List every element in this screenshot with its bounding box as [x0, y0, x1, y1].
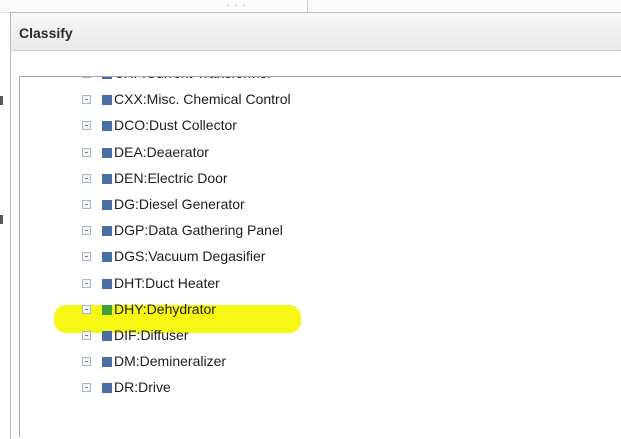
tree-item[interactable]: CXF:Current Transformer [20, 77, 620, 86]
tree-item-label: DGP:Data Gathering Panel [114, 222, 283, 239]
tree-item-label: DHY:Dehydrator [114, 300, 216, 317]
expand-toggle-icon[interactable] [82, 77, 91, 78]
tree-item-label: DEA:Deaerator [114, 143, 209, 160]
class-node-icon [102, 173, 112, 184]
expand-toggle-icon[interactable] [82, 147, 91, 157]
dialog-title: Classify [19, 25, 73, 41]
tree-item-label: DHT:Duct Heater [114, 274, 220, 291]
expand-toggle-icon[interactable] [82, 357, 91, 367]
class-node-icon [102, 226, 112, 237]
tree-item[interactable]: DEA:Deaerator [20, 143, 620, 165]
tree-item[interactable]: DGS:Vacuum Degasifier [20, 247, 620, 269]
background-dots: · · · [226, 0, 247, 11]
tree-item[interactable]: CXX:Misc. Chemical Control [20, 90, 620, 112]
class-node-icon [102, 357, 112, 368]
tree-item[interactable]: DIF:Diffuser [20, 326, 620, 348]
tree-item[interactable]: DHY:Dehydrator [20, 300, 620, 322]
class-node-icon [102, 147, 112, 158]
tree-item-label: DCO:Dust Collector [114, 117, 237, 134]
tree-item-label: DGS:Vacuum Degasifier [114, 248, 266, 265]
expand-toggle-icon[interactable] [82, 173, 91, 183]
dialog-titlebar[interactable]: Classify [11, 13, 621, 51]
expand-toggle-icon[interactable] [82, 383, 91, 393]
tree-item-label: CXF:Current Transformer [114, 77, 272, 81]
tree-item[interactable]: DHT:Duct Heater [20, 274, 620, 296]
tree-item-label: DM:Demineralizer [114, 353, 227, 370]
class-node-icon [102, 77, 112, 79]
tree-item-label: DR:Drive [114, 379, 171, 396]
background-edge-mark [0, 96, 3, 105]
tree-item[interactable]: DCO:Dust Collector [20, 116, 620, 138]
expand-toggle-icon[interactable] [82, 121, 91, 131]
tree-item[interactable]: DR:Drive [20, 378, 620, 400]
class-node-icon [102, 121, 112, 132]
background-divider [307, 0, 308, 12]
background-edge-mark [0, 215, 3, 224]
tree-item[interactable]: DM:Demineralizer [20, 352, 620, 374]
expand-toggle-icon[interactable] [82, 278, 91, 288]
expand-toggle-icon[interactable] [82, 304, 91, 314]
tree-item[interactable]: DGP:Data Gathering Panel [20, 221, 620, 243]
tree-item[interactable]: DG:Diesel Generator [20, 195, 620, 217]
classification-tree[interactable]: CXF:Current Transformer CXX:Misc. Chemica… [19, 76, 621, 437]
tree-item-label: CXX:Misc. Chemical Control [114, 91, 291, 108]
tree-item-label: DIF:Diffuser [114, 327, 189, 343]
class-node-icon [102, 278, 112, 289]
class-node-icon [102, 304, 112, 315]
expand-toggle-icon[interactable] [82, 252, 91, 262]
tree-item[interactable]: DEN:Electric Door [20, 169, 620, 191]
tree-item-label: DEN:Electric Door [114, 169, 228, 186]
class-node-icon [102, 200, 112, 210]
expand-toggle-icon[interactable] [82, 95, 91, 105]
class-node-icon [102, 95, 112, 106]
class-node-icon [102, 383, 112, 394]
class-node-icon [102, 252, 112, 263]
expand-toggle-icon[interactable] [82, 226, 91, 236]
tree-item-label: DG:Diesel Generator [114, 196, 245, 212]
expand-toggle-icon[interactable] [82, 331, 91, 340]
class-node-icon [102, 331, 112, 341]
expand-toggle-icon[interactable] [82, 200, 91, 209]
